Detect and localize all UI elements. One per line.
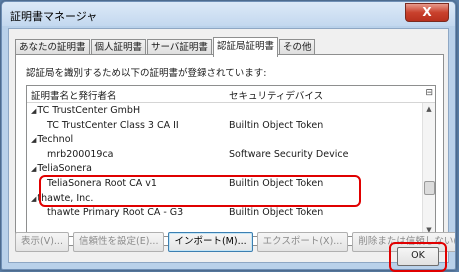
dialog-client-area: あなたの証明書 個人証明書 サーバ証明書 認証局証明書 その他 認証局を識別する… (8, 28, 455, 263)
group-name: TeliaSonera (37, 163, 92, 175)
list-item-certificate[interactable]: TeliaSonera Root CA v1 Builtin Object To… (27, 176, 423, 191)
view-button[interactable]: 表示(V)... (15, 232, 69, 252)
group-name: thawte, Inc. (37, 192, 94, 204)
action-button-row: 表示(V)... 信頼性を設定(E)... インポート(M)... エクスポート… (15, 232, 455, 252)
tab-strip: あなたの証明書 個人証明書 サーバ証明書 認証局証明書 その他 (15, 37, 316, 57)
certificate-name: mrb200019ca (47, 148, 114, 160)
certificate-tree-list[interactable]: 証明書名と発行者名 セキュリティデバイス ⊟ ◢TC TrustCenter G… (26, 85, 436, 237)
panel-description: 認証局を識別するため以下の証明書が登録されています: (26, 68, 267, 79)
security-device: Software Security Device (229, 148, 349, 160)
expand-arrow-icon[interactable]: ◢ (31, 195, 36, 203)
trust-settings-button[interactable]: 信頼性を設定(E)... (72, 232, 165, 252)
certificate-name: TeliaSonera Root CA v1 (47, 177, 157, 189)
expand-arrow-icon[interactable]: ◢ (31, 136, 36, 144)
tab-authority-certificates[interactable]: 認証局証明書 (212, 37, 278, 57)
list-item-certificate[interactable]: thawte Primary Root CA - G3 Builtin Obje… (27, 205, 423, 220)
close-button[interactable]: X (405, 3, 449, 22)
list-item-group[interactable]: ◢TeliaSonera (27, 161, 423, 176)
list-item-group[interactable]: ◢Technol (27, 132, 423, 147)
scroll-up-arrow-icon[interactable]: ▲ (423, 103, 435, 115)
list-item-group[interactable]: ◢TC TrustCenter GmbH (27, 103, 423, 118)
group-name: Technol (37, 134, 74, 146)
scroll-thumb[interactable] (424, 181, 435, 195)
import-button[interactable]: インポート(M)... (168, 232, 253, 252)
list-scrollbar[interactable]: ▲ ▼ (422, 103, 435, 236)
list-item-certificate[interactable]: mrb200019ca Software Security Device (27, 147, 423, 162)
expand-arrow-icon[interactable]: ◢ (31, 107, 36, 115)
security-device: Builtin Object Token (229, 177, 324, 189)
tab-panel: 認証局を識別するため以下の証明書が登録されています: 証明書名と発行者名 セキュ… (15, 54, 444, 246)
ok-button[interactable]: OK (397, 247, 439, 266)
column-picker-icon[interactable]: ⊟ (425, 88, 433, 98)
export-button[interactable]: エクスポート(X)... (256, 232, 349, 252)
column-header-name[interactable]: 証明書名と発行者名 (31, 88, 117, 102)
column-header-device[interactable]: セキュリティデバイス (229, 88, 323, 102)
security-device: Builtin Object Token (229, 207, 324, 219)
certificate-manager-window: 証明書マネージャ X あなたの証明書 個人証明書 サーバ証明書 認証局証明書 そ… (1, 1, 456, 270)
security-device: Builtin Object Token (229, 119, 324, 131)
list-item-group[interactable]: ◢thawte, Inc. (27, 191, 423, 206)
list-header: 証明書名と発行者名 セキュリティデバイス ⊟ (27, 86, 435, 103)
window-title: 証明書マネージャ (10, 10, 98, 23)
group-name: TC TrustCenter GmbH (37, 105, 141, 116)
title-bar: 証明書マネージャ X (2, 2, 455, 26)
certificate-name: thawte Primary Root CA - G3 (47, 207, 184, 219)
certificate-name: TC TrustCenter Class 3 CA II (47, 119, 179, 131)
list-body: ◢TC TrustCenter GmbH TC TrustCenter Clas… (27, 103, 423, 236)
list-item-certificate[interactable]: TC TrustCenter Class 3 CA II Builtin Obj… (27, 118, 423, 133)
expand-arrow-icon[interactable]: ◢ (31, 165, 36, 173)
